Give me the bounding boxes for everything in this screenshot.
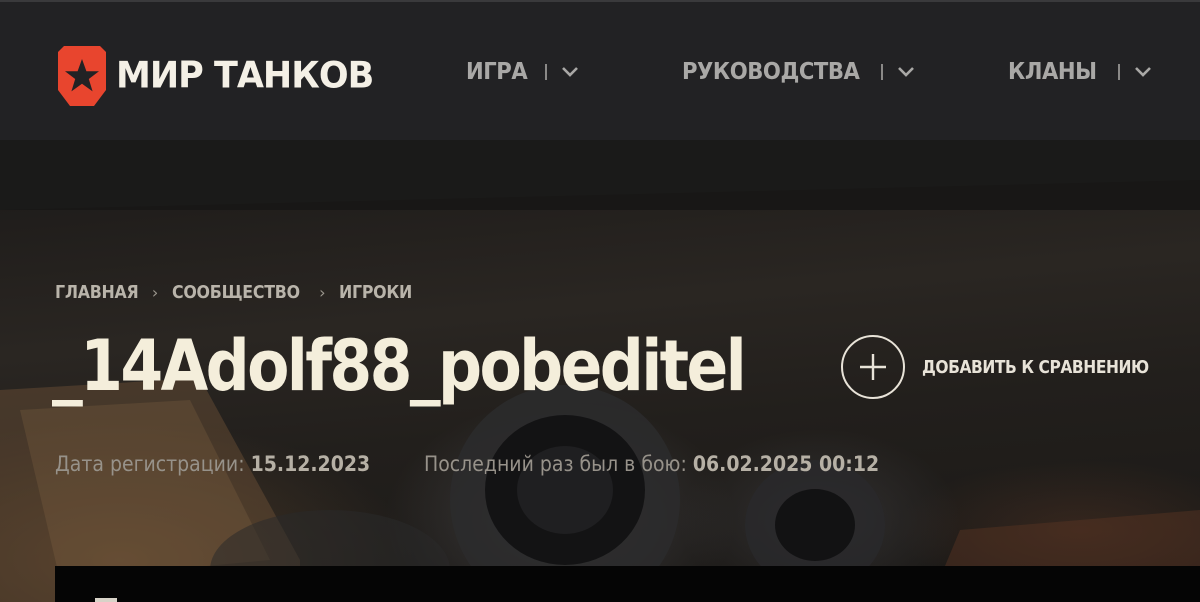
breadcrumb-home[interactable]: ГЛАВНАЯ: [55, 282, 139, 303]
profile-panel: [55, 566, 1200, 602]
last-battle-date: 06.02.2025 00:12: [692, 452, 880, 476]
nav-item-clans[interactable]: КЛАНЫ: [1008, 52, 1152, 92]
nav-item-game[interactable]: ИГРА: [466, 52, 579, 92]
plus-circle-icon: [841, 335, 905, 399]
nav-item-guides[interactable]: РУКОВОДСТВА: [682, 52, 915, 92]
registration-info: Дата регистрации: 15.12.2023: [55, 452, 370, 476]
page: МИР ТАНКОВ ИГРА РУКОВОДСТВА КЛАНЫ ГЛАВНА…: [0, 0, 1200, 602]
chevron-down-icon[interactable]: [897, 66, 915, 78]
profile-hero: ГЛАВНАЯ › СООБЩЕСТВО › ИГРОКИ _14Adolf88…: [0, 140, 1200, 602]
breadcrumb-community[interactable]: СООБЩЕСТВО: [172, 282, 300, 303]
last-battle-info: Последний раз был в бою: 06.02.2025 00:1…: [424, 452, 879, 476]
nav-item-label: ИГРА: [466, 59, 528, 85]
menu-icon: [95, 598, 117, 602]
last-battle-label: Последний раз был в бою:: [424, 452, 687, 476]
star-shield-logo-icon: [58, 46, 106, 106]
breadcrumb-separator: ›: [151, 283, 158, 302]
breadcrumb: ГЛАВНАЯ › СООБЩЕСТВО › ИГРОКИ: [55, 282, 422, 303]
nav-item-label: КЛАНЫ: [1008, 59, 1097, 85]
breadcrumb-players[interactable]: ИГРОКИ: [339, 282, 412, 303]
registration-label: Дата регистрации:: [55, 452, 245, 476]
nav-divider: [880, 64, 883, 80]
breadcrumb-separator: ›: [319, 283, 326, 302]
chevron-down-icon[interactable]: [1134, 66, 1152, 78]
site-header: МИР ТАНКОВ ИГРА РУКОВОДСТВА КЛАНЫ: [0, 0, 1200, 140]
nav-item-label: РУКОВОДСТВА: [682, 59, 860, 85]
nav-divider: [1118, 64, 1121, 80]
add-to-compare-button[interactable]: ДОБАВИТЬ К СРАВНЕНИЮ: [840, 334, 1186, 400]
add-to-compare-label: ДОБАВИТЬ К СРАВНЕНИЮ: [922, 356, 1149, 378]
nav-divider: [544, 64, 547, 80]
site-logo[interactable]: МИР ТАНКОВ: [58, 46, 374, 106]
player-name: _14Adolf88_pobeditel: [52, 325, 747, 407]
chevron-down-icon[interactable]: [561, 66, 579, 78]
logo-text: МИР ТАНКОВ: [116, 55, 374, 97]
registration-date: 15.12.2023: [250, 452, 371, 476]
